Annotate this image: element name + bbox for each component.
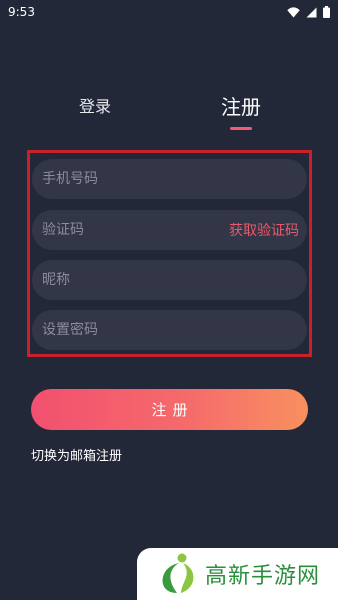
- register-button[interactable]: 注册: [31, 389, 308, 430]
- watermark-text: 高新手游网: [205, 564, 321, 589]
- status-icons: [287, 6, 330, 18]
- watermark: 高新手游网: [137, 548, 338, 600]
- password-input[interactable]: [42, 322, 297, 338]
- phone-field: [32, 159, 307, 199]
- active-tab-indicator: [230, 127, 252, 130]
- switch-to-email-link[interactable]: 切换为邮箱注册: [31, 445, 122, 464]
- wifi-icon: [287, 6, 300, 18]
- status-bar: 9:53: [0, 0, 338, 24]
- nickname-input[interactable]: [42, 272, 297, 288]
- watermark-logo-icon: [161, 552, 197, 596]
- auth-tabs: 登录 注册: [0, 92, 338, 132]
- tab-login[interactable]: 登录: [72, 92, 118, 122]
- tab-register[interactable]: 注册: [214, 92, 268, 122]
- verification-code-input[interactable]: [42, 222, 229, 238]
- battery-icon: [323, 6, 330, 18]
- phone-input[interactable]: [42, 171, 297, 187]
- password-field: [32, 310, 307, 350]
- verification-code-field: 获取验证码: [32, 210, 307, 250]
- nickname-field: [32, 260, 307, 300]
- status-time: 9:53: [8, 5, 35, 19]
- cell-signal-icon: [306, 7, 317, 18]
- get-code-button[interactable]: 获取验证码: [229, 220, 299, 240]
